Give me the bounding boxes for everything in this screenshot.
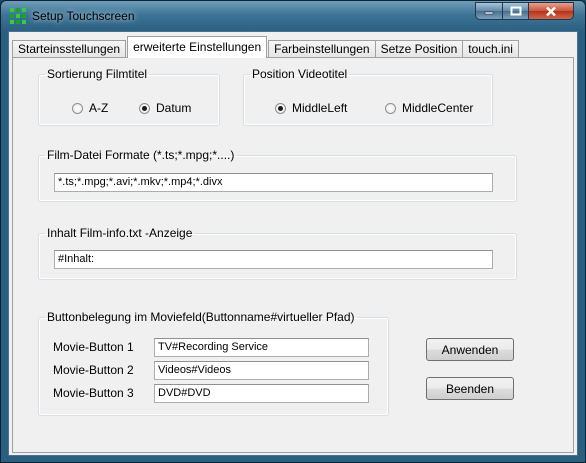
- formate-input[interactable]: *.ts;*.mpg;*.avi;*.mkv;*.mp4;*.divx: [54, 173, 493, 192]
- tab-starteinstellungen[interactable]: Starteinsstellungen: [12, 40, 127, 58]
- exit-button[interactable]: Beenden: [426, 377, 514, 400]
- position-legend: Position Videotitel: [252, 67, 348, 81]
- tab-setze-position[interactable]: Setze Position: [374, 40, 464, 58]
- apply-button[interactable]: Anwenden: [426, 338, 514, 361]
- buttonbelegung-legend: Buttonbelegung im Moviefeld(Buttonname#v…: [47, 310, 355, 324]
- radio-datum-indicator: [139, 102, 150, 114]
- maximize-button[interactable]: [502, 2, 529, 20]
- radio-a-z[interactable]: A-Z: [72, 101, 108, 115]
- radio-middleleft-label: MiddleLeft: [292, 101, 348, 115]
- radio-middlecenter[interactable]: MiddleCenter: [385, 101, 473, 115]
- tab-strip: Starteinsstellungen erweiterte Einstellu…: [12, 36, 519, 58]
- close-icon: [546, 6, 556, 16]
- client-area: Starteinsstellungen erweiterte Einstellu…: [8, 31, 578, 456]
- radio-datum[interactable]: Datum: [139, 101, 191, 115]
- window: Setup Touchscreen Starteinsstellungen er…: [0, 0, 586, 463]
- radio-middlecenter-indicator: [385, 102, 396, 114]
- minimize-icon: [484, 11, 494, 15]
- radio-middleleft[interactable]: MiddleLeft: [275, 101, 347, 115]
- close-button[interactable]: [528, 2, 574, 20]
- radio-middleleft-indicator: [275, 102, 286, 114]
- position-group: Position Videotitel: [243, 67, 493, 126]
- minimize-button[interactable]: [475, 2, 503, 20]
- radio-a-z-indicator: [72, 102, 83, 114]
- app-grid-icon: [10, 8, 26, 24]
- movie-button-2-input[interactable]: Videos#Videos: [154, 361, 369, 380]
- movie-button-3-input[interactable]: DVD#DVD: [154, 384, 369, 403]
- title-bar[interactable]: Setup Touchscreen: [1, 1, 585, 31]
- radio-middlecenter-label: MiddleCenter: [402, 101, 474, 115]
- movie-button-1-input[interactable]: TV#Recording Service: [154, 338, 369, 357]
- tab-farbeinstellungen[interactable]: Farbeinstellungen: [268, 40, 376, 58]
- inhalt-input[interactable]: #Inhalt:: [54, 250, 493, 269]
- maximize-icon: [510, 6, 521, 16]
- tab-touch-ini[interactable]: touch.ini: [462, 40, 519, 58]
- radio-a-z-label: A-Z: [89, 101, 109, 115]
- movie-button-2-label: Movie-Button 2: [53, 363, 134, 377]
- movie-button-3-label: Movie-Button 3: [53, 386, 134, 400]
- formate-legend: Film-Datei Formate (*.ts;*.mpg;*....): [47, 148, 235, 162]
- tab-panel: Sortierung Filmtitel A-Z Datum Position …: [12, 57, 574, 453]
- movie-button-1-label: Movie-Button 1: [53, 340, 134, 354]
- radio-datum-label: Datum: [156, 101, 192, 115]
- inhalt-legend: Inhalt Film-info.txt -Anzeige: [47, 226, 193, 240]
- window-title: Setup Touchscreen: [32, 9, 135, 23]
- sortierung-group: Sortierung Filmtitel: [38, 67, 220, 126]
- sortierung-legend: Sortierung Filmtitel: [47, 67, 148, 81]
- tab-erweiterte-einstellungen[interactable]: erweiterte Einstellungen: [127, 36, 268, 58]
